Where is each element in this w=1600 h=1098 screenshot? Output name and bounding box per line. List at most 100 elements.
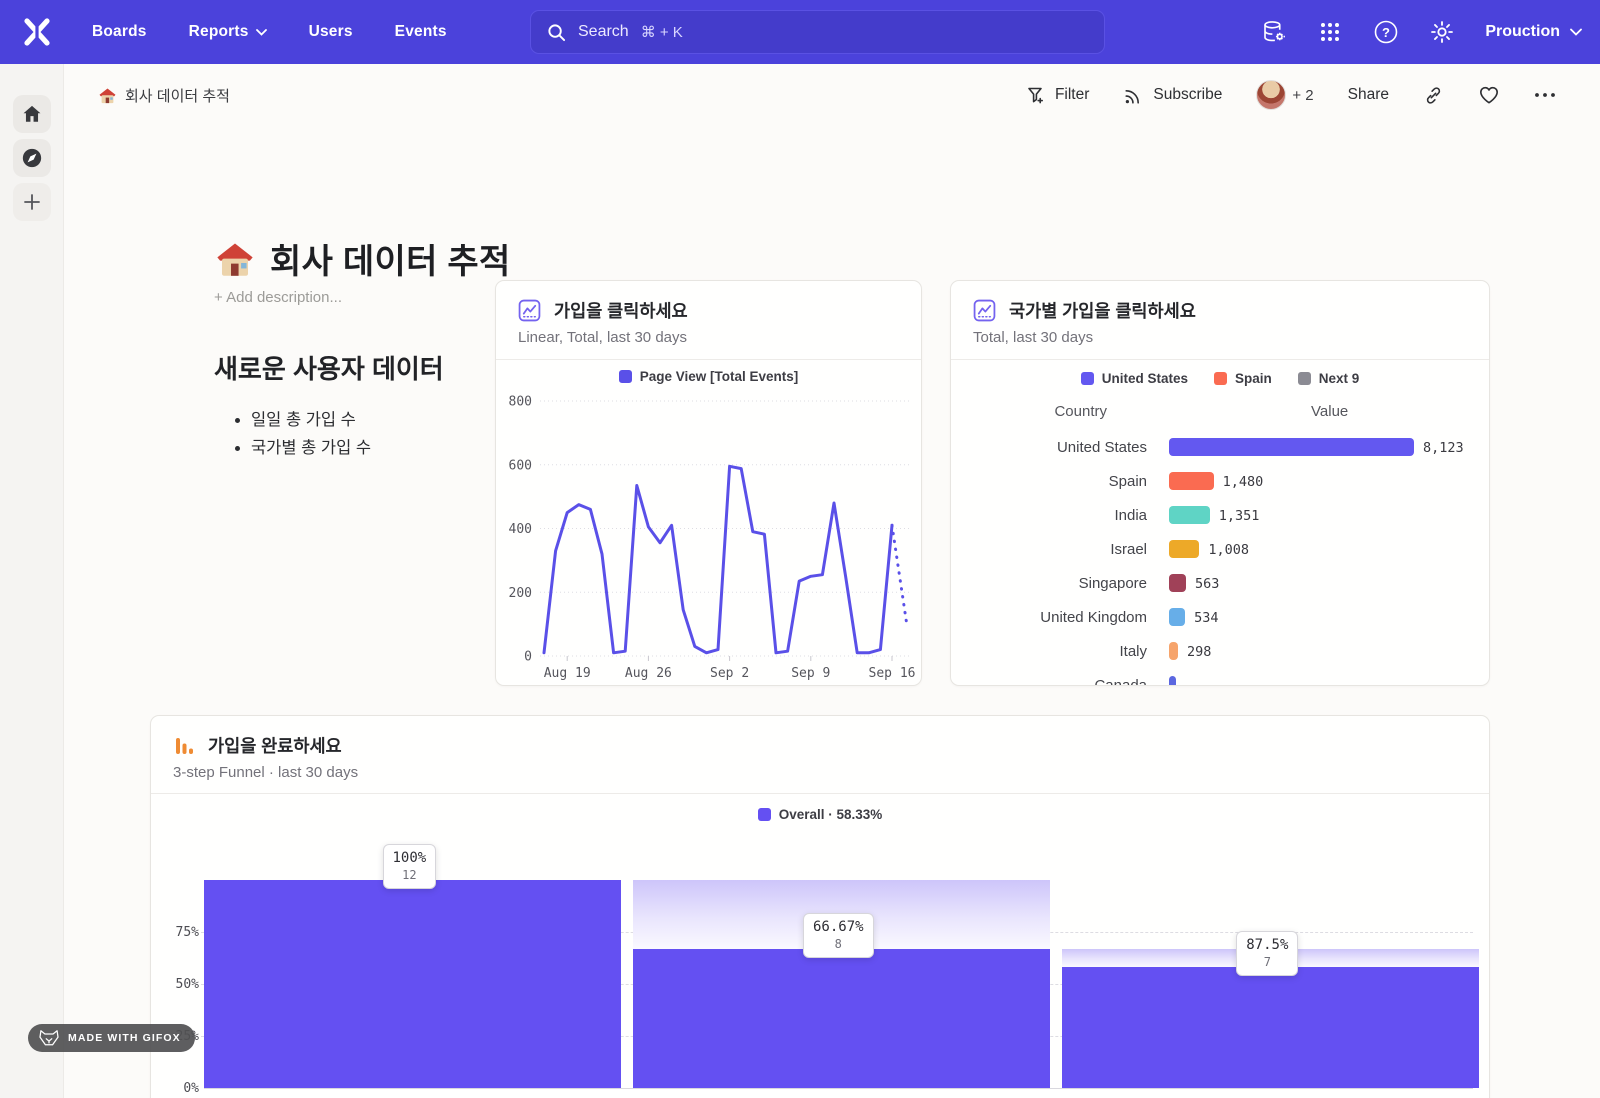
legend-item[interactable]: Spain (1214, 371, 1272, 386)
house-emoji-icon (98, 86, 117, 105)
country-bar[interactable] (1169, 642, 1178, 660)
search-input[interactable]: Search ⌘ + K (530, 10, 1105, 54)
country-bar[interactable] (1169, 676, 1176, 686)
favorite-button[interactable] (1478, 85, 1500, 105)
apps-grid-icon[interactable] (1317, 19, 1343, 45)
funnel-step-percent: 66.67% (813, 919, 864, 935)
house-emoji-icon (214, 238, 256, 280)
subscribe-button[interactable]: Subscribe (1123, 85, 1222, 106)
search-icon (547, 23, 566, 42)
country-value: 1,351 (1219, 508, 1260, 524)
legend-item[interactable]: United States (1081, 371, 1188, 386)
line-chart-plot[interactable]: 0200400600800Aug 19Aug 26Sep 2Sep 9Sep 1… (496, 385, 922, 685)
country-row[interactable]: Spain 1,480 (951, 465, 1489, 499)
column-header-value: Value (1311, 403, 1348, 420)
legend-label: Spain (1235, 371, 1272, 386)
country-value: 8,123 (1423, 440, 1464, 456)
funnel-step-tooltip: 87.5%7 (1236, 931, 1298, 976)
legend-item[interactable]: Next 9 (1298, 371, 1360, 386)
country-row[interactable]: United Kingdom534 (951, 601, 1489, 635)
country-row[interactable]: Canada (951, 669, 1489, 686)
home-button[interactable] (13, 95, 51, 133)
copy-link-button[interactable] (1423, 85, 1444, 106)
country-row[interactable]: Israel 1,008 (951, 533, 1489, 567)
home-icon (21, 103, 43, 125)
country-value: 298 (1187, 644, 1211, 660)
bullet-item: 국가별 총 가입 수 (251, 434, 371, 462)
nav-item-label: Users (309, 23, 353, 41)
funnel-step-bar[interactable] (633, 949, 1050, 1088)
ellipsis-icon (1534, 92, 1556, 98)
y-tick-label: 0 (524, 650, 532, 665)
country-bar[interactable] (1169, 506, 1210, 524)
country-row[interactable]: United States8,123 (951, 431, 1489, 465)
data-management-icon[interactable] (1261, 19, 1287, 45)
legend-item[interactable]: Page View [Total Events] (619, 369, 799, 384)
filter-button[interactable]: Filter (1026, 85, 1089, 105)
country-bar-card[interactable]: 국가별 가입을 클릭하세요 Total, last 30 days United… (950, 280, 1490, 686)
x-tick-label: Sep 16 (869, 666, 916, 681)
project-name: Prouction (1485, 23, 1560, 41)
breadcrumb[interactable]: 회사 데이터 추적 (98, 85, 230, 106)
country-label: Singapore (1079, 575, 1147, 592)
country-row[interactable]: India 1,351 (951, 499, 1489, 533)
country-rows: United States8,123 Spain 1,480 India 1,351 Is… (951, 431, 1489, 686)
filter-funnel-icon (1026, 85, 1046, 105)
funnel-step-count: 7 (1246, 955, 1288, 969)
country-row[interactable]: Italy298 (951, 635, 1489, 669)
funnel-card[interactable]: 가입을 완료하세요 3-step Funnel · last 30 days O… (150, 715, 1490, 1098)
funnel-step-percent: 100% (393, 850, 427, 866)
app-window: Boards Reports Users Events Search ⌘ + K (0, 0, 1600, 1098)
divider (951, 359, 1489, 360)
collaborators[interactable]: + 2 (1256, 80, 1313, 110)
nav-item-users[interactable]: Users (309, 23, 353, 41)
svg-text:?: ? (1382, 25, 1390, 40)
discover-button[interactable] (13, 139, 51, 177)
add-description-button[interactable]: + Add description... (214, 289, 342, 306)
add-board-button[interactable] (13, 183, 51, 221)
board-actions: Filter Subscribe + 2 Share (1026, 64, 1556, 126)
project-selector[interactable]: Prouction (1485, 23, 1582, 41)
country-bar[interactable] (1169, 540, 1199, 558)
share-button[interactable]: Share (1348, 86, 1389, 104)
settings-gear-icon[interactable] (1429, 19, 1455, 45)
country-value: 1,008 (1208, 542, 1249, 558)
nav-item-boards[interactable]: Boards (92, 23, 147, 41)
country-value: 1,480 (1223, 474, 1264, 490)
country-bar[interactable] (1169, 472, 1214, 490)
nav-menu: Boards Reports Users Events (92, 23, 447, 41)
help-icon[interactable]: ? (1373, 19, 1399, 45)
legend-swatch (1214, 372, 1227, 385)
legend-swatch (1081, 372, 1094, 385)
nav-item-events[interactable]: Events (395, 23, 447, 41)
funnel-baseline (204, 1088, 1473, 1089)
more-options-button[interactable] (1534, 92, 1556, 98)
heart-icon (1478, 85, 1500, 105)
funnel-step-tooltip: 100% 12 (383, 844, 437, 889)
funnel-plot[interactable]: 75%50%25%0%100%1266.67%887.5%7 (151, 716, 1489, 1098)
filter-label: Filter (1055, 86, 1089, 104)
column-header-country: Country (1054, 403, 1107, 420)
country-label: India (1114, 507, 1147, 524)
funnel-step-count: 12 (393, 868, 427, 882)
compass-icon (21, 147, 43, 169)
funnel-step-bar[interactable] (1062, 967, 1479, 1088)
country-bar[interactable] (1169, 438, 1414, 456)
line-series[interactable] (544, 466, 892, 653)
gifox-badge: MADE WITH GIFOX (28, 1024, 195, 1052)
mixpanel-logo-icon[interactable] (20, 15, 54, 49)
line-chart-card[interactable]: 가입을 클릭하세요 Linear, Total, last 30 days Pa… (495, 280, 922, 686)
nav-item-reports[interactable]: Reports (189, 23, 267, 41)
country-label: Spain (1109, 473, 1147, 490)
country-bar[interactable] (1169, 574, 1186, 592)
country-bar[interactable] (1169, 608, 1185, 626)
country-row[interactable]: Singapore563 (951, 567, 1489, 601)
funnel-step-bar[interactable] (204, 880, 621, 1088)
funnel-y-tick-label: 0% (165, 1081, 199, 1096)
subscribe-label: Subscribe (1153, 86, 1222, 104)
country-label: Israel (1110, 541, 1147, 558)
nav-item-label: Boards (92, 23, 147, 41)
avatar-extra-count: + 2 (1292, 87, 1313, 104)
x-tick-label: Sep 2 (710, 666, 749, 681)
plus-icon (23, 193, 41, 211)
